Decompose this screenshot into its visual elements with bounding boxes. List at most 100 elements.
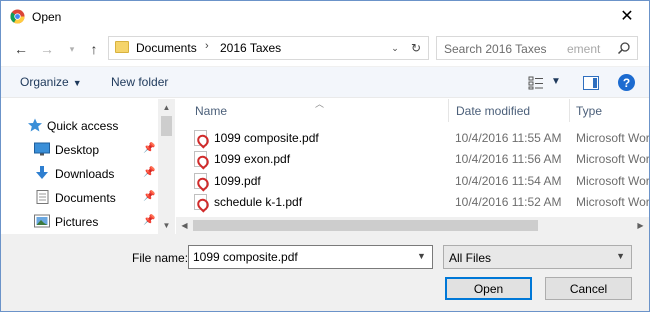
- new-folder-button[interactable]: New folder: [111, 75, 168, 89]
- nav-item-documents[interactable]: Documents 📌: [1, 187, 159, 209]
- chevron-right-icon: ›: [205, 40, 209, 52]
- file-list-pane: ︿ Name Date modified Type 1099 composite…: [176, 99, 649, 234]
- open-button[interactable]: Open: [445, 277, 532, 300]
- folder-icon: [115, 41, 129, 53]
- pictures-icon: [34, 214, 50, 228]
- close-button[interactable]: ✕: [605, 1, 649, 31]
- pin-icon: 📌: [143, 215, 156, 226]
- nav-item-downloads[interactable]: Downloads 📌: [1, 163, 159, 185]
- title-bar: Open ✕: [1, 1, 649, 32]
- pdf-file-icon: [194, 151, 207, 167]
- view-options-icon[interactable]: [528, 76, 544, 90]
- file-type: Microsoft Wor: [576, 131, 649, 145]
- column-name[interactable]: Name: [195, 104, 227, 118]
- view-caret-icon[interactable]: ▼: [551, 76, 561, 87]
- file-name-field[interactable]: [188, 245, 433, 269]
- file-date: 10/4/2016 11:52 AM: [455, 195, 562, 209]
- organize-button[interactable]: Organize ▼: [20, 75, 82, 89]
- chevron-down-icon: ▼: [616, 251, 625, 261]
- file-type: Microsoft Wor: [576, 174, 649, 188]
- nav-item-pictures[interactable]: Pictures 📌: [1, 211, 159, 233]
- forward-arrow-icon: →: [40, 41, 54, 57]
- file-type-select[interactable]: All Files ▼: [443, 245, 632, 269]
- breadcrumb-documents[interactable]: Documents: [136, 41, 197, 55]
- window-title: Open: [32, 10, 62, 24]
- search-placeholder: Search 2016 Taxes: [444, 42, 547, 56]
- caret-down-icon: ▼: [72, 78, 82, 88]
- search-ghost-text: ement: [567, 42, 601, 56]
- nav-label: Quick access: [47, 119, 119, 133]
- scroll-left-icon[interactable]: ◀: [176, 217, 193, 234]
- column-divider[interactable]: [448, 99, 449, 122]
- scroll-up-icon[interactable]: ▲: [158, 99, 175, 116]
- nav-label: Desktop: [55, 143, 100, 157]
- column-header: ︿ Name Date modified Type: [176, 99, 649, 122]
- scroll-thumb[interactable]: [161, 116, 172, 136]
- file-date: 10/4/2016 11:55 AM: [455, 131, 562, 145]
- help-icon[interactable]: ?: [618, 74, 635, 91]
- preview-pane-icon[interactable]: [583, 76, 599, 90]
- command-toolbar: Organize ▼ New folder ▼ ?: [1, 66, 649, 98]
- up-arrow-icon: ↑: [90, 41, 98, 57]
- refresh-icon: ↻: [410, 41, 422, 55]
- scroll-right-icon[interactable]: ▶: [632, 217, 649, 234]
- file-row[interactable]: 1099 exon.pdf 10/4/2016 11:56 AM Microso…: [176, 149, 649, 170]
- nav-label: Downloads: [55, 167, 115, 181]
- column-divider[interactable]: [569, 99, 570, 122]
- cancel-button[interactable]: Cancel: [545, 277, 632, 300]
- chevron-down-icon: ▾: [69, 43, 75, 54]
- forward-button[interactable]: →: [38, 40, 56, 58]
- address-row: ← → ▾ ↑ Documents › 2016 Taxes ⌄ ↻ Searc…: [1, 32, 649, 66]
- chrome-icon: [10, 9, 25, 24]
- file-type: Microsoft Wor: [576, 195, 649, 209]
- file-row[interactable]: schedule k-1.pdf 10/4/2016 11:52 AM Micr…: [176, 192, 649, 213]
- file-name: 1099 composite.pdf: [214, 131, 319, 145]
- search-input[interactable]: Search 2016 Taxes ement: [436, 36, 638, 60]
- file-name-label: File name:: [132, 251, 189, 265]
- file-row[interactable]: 1099.pdf 10/4/2016 11:54 AM Microsoft Wo…: [176, 171, 649, 192]
- address-dropdown-button[interactable]: ⌄: [384, 38, 406, 58]
- chevron-down-icon[interactable]: ▼: [417, 251, 426, 261]
- file-date: 10/4/2016 11:54 AM: [455, 174, 562, 188]
- navigation-scrollbar[interactable]: ▲ ▼: [158, 99, 175, 234]
- dialog-footer: File name: ▼ All Files ▼ Open Cancel: [1, 234, 649, 311]
- refresh-button[interactable]: ↻: [405, 38, 427, 58]
- column-date-modified[interactable]: Date modified: [456, 104, 530, 118]
- close-icon: ✕: [620, 8, 634, 25]
- pin-icon: 📌: [143, 143, 156, 154]
- file-row[interactable]: 1099 composite.pdf 10/4/2016 11:55 AM Mi…: [176, 128, 649, 149]
- file-list-horizontal-scrollbar[interactable]: ◀ ▶: [176, 217, 649, 234]
- navigation-pane: Quick access Desktop 📌 Downloads 📌 Docum…: [1, 99, 175, 234]
- file-name: 1099 exon.pdf: [214, 152, 291, 166]
- nav-item-quick-access[interactable]: Quick access: [1, 115, 159, 137]
- up-button[interactable]: ↑: [85, 40, 103, 58]
- column-type[interactable]: Type: [576, 104, 602, 118]
- search-icon: [617, 42, 630, 55]
- pin-icon: 📌: [143, 167, 156, 178]
- breadcrumb-2016-taxes[interactable]: 2016 Taxes: [220, 41, 281, 55]
- nav-label: Pictures: [55, 215, 99, 229]
- open-dialog: Open ✕ ← → ▾ ↑ Documents › 2016 Taxes ⌄ …: [0, 0, 650, 312]
- pdf-file-icon: [194, 173, 207, 189]
- file-type: Microsoft Wor: [576, 152, 649, 166]
- desktop-icon: [34, 142, 50, 156]
- back-button[interactable]: ←: [12, 40, 30, 58]
- file-name: schedule k-1.pdf: [214, 195, 303, 209]
- nav-item-desktop[interactable]: Desktop 📌: [1, 139, 159, 161]
- back-arrow-icon: ←: [14, 41, 28, 57]
- chevron-down-icon: ⌄: [391, 42, 399, 53]
- scroll-down-icon[interactable]: ▼: [158, 217, 175, 234]
- nav-label: Documents: [55, 191, 116, 205]
- organize-label: Organize: [20, 75, 69, 89]
- pin-icon: 📌: [143, 191, 156, 202]
- address-bar[interactable]: Documents › 2016 Taxes ⌄ ↻: [108, 36, 429, 60]
- pdf-file-icon: [194, 130, 207, 146]
- scroll-thumb[interactable]: [193, 220, 538, 231]
- file-date: 10/4/2016 11:56 AM: [455, 152, 562, 166]
- download-arrow-icon: [36, 166, 48, 179]
- sort-ascending-icon: ︿: [315, 99, 325, 109]
- file-type-select-value: All Files: [449, 251, 492, 265]
- recent-locations-button[interactable]: ▾: [63, 40, 81, 58]
- documents-icon: [36, 190, 49, 204]
- star-icon: [28, 118, 42, 132]
